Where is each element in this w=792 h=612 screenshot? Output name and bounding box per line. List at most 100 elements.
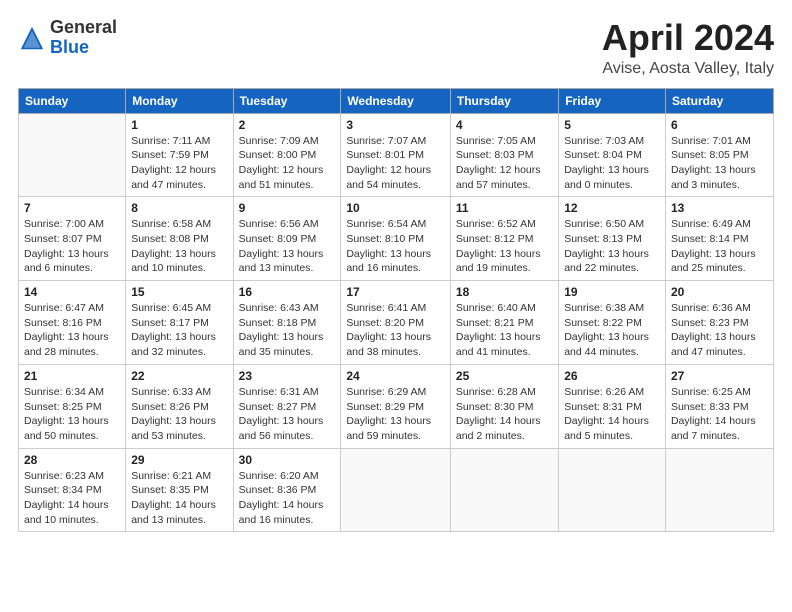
day-cell: [19, 113, 126, 197]
day-cell: 10 Sunrise: 6:54 AM Sunset: 8:10 PM Dayli…: [341, 197, 451, 281]
day-cell: 24 Sunrise: 6:29 AM Sunset: 8:29 PM Dayli…: [341, 364, 451, 448]
day-cell: [559, 448, 666, 532]
day-info: Sunrise: 6:25 AM Sunset: 8:33 PM Dayligh…: [671, 385, 768, 444]
weekday-saturday: Saturday: [665, 88, 773, 113]
day-cell: [665, 448, 773, 532]
day-cell: 3 Sunrise: 7:07 AM Sunset: 8:01 PM Daylig…: [341, 113, 451, 197]
day-number: 16: [239, 285, 336, 299]
calendar: SundayMondayTuesdayWednesdayThursdayFrid…: [18, 88, 774, 533]
location-title: Avise, Aosta Valley, Italy: [602, 60, 774, 78]
day-number: 28: [24, 453, 120, 467]
day-cell: 5 Sunrise: 7:03 AM Sunset: 8:04 PM Daylig…: [559, 113, 666, 197]
day-number: 13: [671, 201, 768, 215]
day-cell: 27 Sunrise: 6:25 AM Sunset: 8:33 PM Dayli…: [665, 364, 773, 448]
weekday-thursday: Thursday: [450, 88, 558, 113]
day-cell: 21Sunrise: 6:34 AM Sunset: 8:25 PM Dayli…: [19, 364, 126, 448]
day-cell: 19 Sunrise: 6:38 AM Sunset: 8:22 PM Dayli…: [559, 281, 666, 365]
day-info: Sunrise: 7:03 AM Sunset: 8:04 PM Dayligh…: [564, 134, 660, 193]
day-info: Sunrise: 6:50 AM Sunset: 8:13 PM Dayligh…: [564, 217, 660, 276]
day-info: Sunrise: 6:43 AM Sunset: 8:18 PM Dayligh…: [239, 301, 336, 360]
day-number: 9: [239, 201, 336, 215]
day-info: Sunrise: 6:49 AM Sunset: 8:14 PM Dayligh…: [671, 217, 768, 276]
day-number: 30: [239, 453, 336, 467]
title-block: April 2024 Avise, Aosta Valley, Italy: [602, 18, 774, 78]
day-number: 7: [24, 201, 120, 215]
day-info: Sunrise: 6:23 AM Sunset: 8:34 PM Dayligh…: [24, 469, 120, 528]
day-number: 6: [671, 118, 768, 132]
header: General Blue April 2024 Avise, Aosta Val…: [18, 18, 774, 78]
day-cell: 15 Sunrise: 6:45 AM Sunset: 8:17 PM Dayli…: [126, 281, 233, 365]
day-info: Sunrise: 6:58 AM Sunset: 8:08 PM Dayligh…: [131, 217, 227, 276]
weekday-tuesday: Tuesday: [233, 88, 341, 113]
day-info: Sunrise: 6:45 AM Sunset: 8:17 PM Dayligh…: [131, 301, 227, 360]
day-number: 29: [131, 453, 227, 467]
day-info: Sunrise: 7:07 AM Sunset: 8:01 PM Dayligh…: [346, 134, 445, 193]
day-info: Sunrise: 6:21 AM Sunset: 8:35 PM Dayligh…: [131, 469, 227, 528]
day-number: 4: [456, 118, 553, 132]
day-info: Sunrise: 7:01 AM Sunset: 8:05 PM Dayligh…: [671, 134, 768, 193]
day-number: 25: [456, 369, 553, 383]
day-number: 10: [346, 201, 445, 215]
day-info: Sunrise: 6:29 AM Sunset: 8:29 PM Dayligh…: [346, 385, 445, 444]
day-number: 19: [564, 285, 660, 299]
day-info: Sunrise: 6:40 AM Sunset: 8:21 PM Dayligh…: [456, 301, 553, 360]
day-cell: [341, 448, 451, 532]
week-row-2: 14 Sunrise: 6:47 AM Sunset: 8:16 PM Dayli…: [19, 281, 774, 365]
day-cell: 16 Sunrise: 6:43 AM Sunset: 8:18 PM Dayli…: [233, 281, 341, 365]
day-number: 23: [239, 369, 336, 383]
day-cell: [450, 448, 558, 532]
day-cell: 7Sunrise: 7:00 AM Sunset: 8:07 PM Daylig…: [19, 197, 126, 281]
day-cell: 4 Sunrise: 7:05 AM Sunset: 8:03 PM Daylig…: [450, 113, 558, 197]
weekday-monday: Monday: [126, 88, 233, 113]
day-cell: 28 Sunrise: 6:23 AM Sunset: 8:34 PM Dayli…: [19, 448, 126, 532]
day-number: 17: [346, 285, 445, 299]
day-cell: 20Sunrise: 6:36 AM Sunset: 8:23 PM Dayli…: [665, 281, 773, 365]
day-info: Sunrise: 6:54 AM Sunset: 8:10 PM Dayligh…: [346, 217, 445, 276]
weekday-friday: Friday: [559, 88, 666, 113]
day-number: 22: [131, 369, 227, 383]
day-cell: 29 Sunrise: 6:21 AM Sunset: 8:35 PM Dayli…: [126, 448, 233, 532]
day-number: 5: [564, 118, 660, 132]
day-cell: 25 Sunrise: 6:28 AM Sunset: 8:30 PM Dayli…: [450, 364, 558, 448]
day-number: 12: [564, 201, 660, 215]
page: General Blue April 2024 Avise, Aosta Val…: [0, 0, 792, 612]
day-number: 14: [24, 285, 120, 299]
day-info: Sunrise: 6:34 AM Sunset: 8:25 PM Dayligh…: [24, 385, 120, 444]
day-cell: 12 Sunrise: 6:50 AM Sunset: 8:13 PM Dayli…: [559, 197, 666, 281]
day-number: 26: [564, 369, 660, 383]
day-info: Sunrise: 7:11 AM Sunset: 7:59 PM Dayligh…: [131, 134, 227, 193]
day-info: Sunrise: 7:05 AM Sunset: 8:03 PM Dayligh…: [456, 134, 553, 193]
day-cell: 13 Sunrise: 6:49 AM Sunset: 8:14 PM Dayli…: [665, 197, 773, 281]
day-cell: 18 Sunrise: 6:40 AM Sunset: 8:21 PM Dayli…: [450, 281, 558, 365]
day-info: Sunrise: 6:33 AM Sunset: 8:26 PM Dayligh…: [131, 385, 227, 444]
day-info: Sunrise: 6:28 AM Sunset: 8:30 PM Dayligh…: [456, 385, 553, 444]
day-info: Sunrise: 6:20 AM Sunset: 8:36 PM Dayligh…: [239, 469, 336, 528]
day-number: 3: [346, 118, 445, 132]
day-info: Sunrise: 6:36 AM Sunset: 8:23 PM Dayligh…: [671, 301, 768, 360]
day-number: 1: [131, 118, 227, 132]
day-cell: 17Sunrise: 6:41 AM Sunset: 8:20 PM Dayli…: [341, 281, 451, 365]
day-number: 27: [671, 369, 768, 383]
day-cell: 2Sunrise: 7:09 AM Sunset: 8:00 PM Daylig…: [233, 113, 341, 197]
weekday-sunday: Sunday: [19, 88, 126, 113]
week-row-0: 1 Sunrise: 7:11 AM Sunset: 7:59 PM Daylig…: [19, 113, 774, 197]
day-info: Sunrise: 6:52 AM Sunset: 8:12 PM Dayligh…: [456, 217, 553, 276]
logo-blue: Blue: [50, 37, 89, 57]
day-info: Sunrise: 6:38 AM Sunset: 8:22 PM Dayligh…: [564, 301, 660, 360]
day-number: 18: [456, 285, 553, 299]
week-row-1: 7Sunrise: 7:00 AM Sunset: 8:07 PM Daylig…: [19, 197, 774, 281]
day-info: Sunrise: 6:26 AM Sunset: 8:31 PM Dayligh…: [564, 385, 660, 444]
day-cell: 22 Sunrise: 6:33 AM Sunset: 8:26 PM Dayli…: [126, 364, 233, 448]
day-info: Sunrise: 6:47 AM Sunset: 8:16 PM Dayligh…: [24, 301, 120, 360]
weekday-header-row: SundayMondayTuesdayWednesdayThursdayFrid…: [19, 88, 774, 113]
day-cell: 9Sunrise: 6:56 AM Sunset: 8:09 PM Daylig…: [233, 197, 341, 281]
logo-icon: [18, 24, 46, 52]
month-title: April 2024: [602, 18, 774, 58]
day-cell: 6 Sunrise: 7:01 AM Sunset: 8:05 PM Daylig…: [665, 113, 773, 197]
day-number: 24: [346, 369, 445, 383]
logo: General Blue: [18, 18, 117, 58]
day-number: 15: [131, 285, 227, 299]
day-number: 2: [239, 118, 336, 132]
day-cell: 30 Sunrise: 6:20 AM Sunset: 8:36 PM Dayli…: [233, 448, 341, 532]
day-cell: 1 Sunrise: 7:11 AM Sunset: 7:59 PM Daylig…: [126, 113, 233, 197]
